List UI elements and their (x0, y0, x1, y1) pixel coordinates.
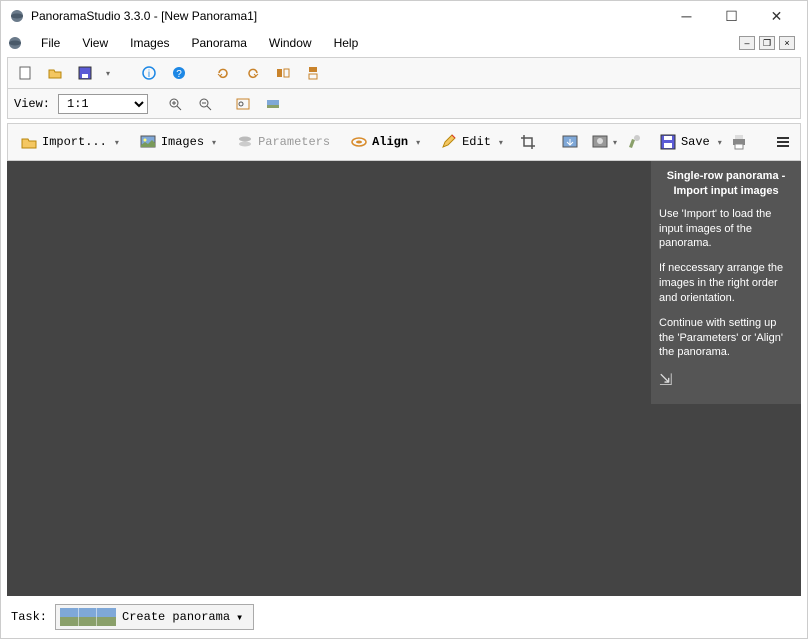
hint-text-1: Use 'Import' to load the input images of… (659, 207, 793, 252)
app-icon (9, 8, 25, 24)
preview-button[interactable] (262, 93, 284, 115)
new-button[interactable] (14, 62, 36, 84)
panorama-thumb-icon (60, 608, 116, 626)
save-project-dropdown[interactable]: ▾ (718, 138, 722, 147)
menubar: File View Images Panorama Window Help – … (1, 31, 807, 55)
task-create-panorama-button[interactable]: Create panorama ▾ (55, 604, 254, 630)
edit-label: Edit (462, 135, 491, 149)
task-dropdown-caret: ▾ (236, 610, 243, 625)
print-button[interactable] (728, 131, 750, 153)
parameters-label: Parameters (258, 135, 330, 149)
canvas-area[interactable]: Single-row panorama - Import input image… (7, 161, 801, 596)
main-toolbar: Import... ▾ Images ▾ Parameters Align ▾ … (7, 123, 801, 161)
svg-text:?: ? (176, 69, 182, 80)
save-dropdown[interactable]: ▾ (106, 69, 110, 78)
crop-button[interactable] (517, 131, 539, 153)
taskbar: Task: Create panorama ▾ (1, 596, 807, 638)
rotate-cw-button[interactable] (242, 62, 264, 84)
view-toolbar: View: 1:1 (7, 89, 801, 119)
export-dropdown[interactable]: ▾ (613, 138, 617, 147)
flip-v-button[interactable] (302, 62, 324, 84)
task-button-label: Create panorama (122, 610, 230, 624)
save-label: Save (681, 135, 710, 149)
hint-text-3: Continue with setting up the 'Parameters… (659, 316, 793, 361)
hint-text-2: If neccessary arrange the images in the … (659, 261, 793, 306)
save-project-button[interactable]: Save (653, 130, 716, 154)
fit-button[interactable] (232, 93, 254, 115)
close-button[interactable]: ✕ (754, 2, 799, 30)
export-image-button[interactable] (559, 131, 581, 153)
menu-view[interactable]: View (72, 33, 118, 53)
align-dropdown[interactable]: ▾ (416, 138, 420, 147)
images-label: Images (161, 135, 204, 149)
hint-panel: Single-row panorama - Import input image… (651, 161, 801, 404)
mdi-minimize-button[interactable]: – (739, 36, 755, 50)
align-label: Align (372, 135, 408, 149)
import-label: Import... (42, 135, 107, 149)
zoom-out-button[interactable] (194, 93, 216, 115)
align-button[interactable]: Align (344, 130, 414, 154)
menu-help[interactable]: Help (324, 33, 369, 53)
titlebar: PanoramaStudio 3.3.0 - [New Panorama1] ─… (1, 1, 807, 31)
menu-file[interactable]: File (31, 33, 70, 53)
import-button[interactable]: Import... (14, 130, 113, 154)
svg-text:i: i (148, 69, 150, 80)
edit-dropdown[interactable]: ▾ (499, 138, 503, 147)
hint-collapse-icon[interactable]: ⇲ (659, 370, 793, 392)
menu-images[interactable]: Images (120, 33, 179, 53)
import-dropdown[interactable]: ▾ (115, 138, 119, 147)
images-dropdown[interactable]: ▾ (212, 138, 216, 147)
retouch-button[interactable] (623, 131, 645, 153)
view-label: View: (14, 97, 50, 111)
minimize-button[interactable]: ─ (664, 2, 709, 30)
doc-icon (7, 35, 23, 51)
menu-window[interactable]: Window (259, 33, 322, 53)
flip-h-button[interactable] (272, 62, 294, 84)
menu-hamburger-button[interactable] (772, 131, 794, 153)
rotate-ccw-button[interactable] (212, 62, 234, 84)
export-interactive-button[interactable] (589, 131, 611, 153)
zoom-in-button[interactable] (164, 93, 186, 115)
open-button[interactable] (44, 62, 66, 84)
info-button[interactable]: i (138, 62, 160, 84)
window-title: PanoramaStudio 3.3.0 - [New Panorama1] (31, 9, 664, 23)
images-button[interactable]: Images (133, 130, 210, 154)
help-button[interactable]: ? (168, 62, 190, 84)
menu-panorama[interactable]: Panorama (182, 33, 257, 53)
edit-button[interactable]: Edit (434, 130, 497, 154)
mdi-close-button[interactable]: × (779, 36, 795, 50)
save-button[interactable] (74, 62, 96, 84)
hint-title: Single-row panorama - Import input image… (659, 169, 793, 199)
standard-toolbar: ▾ i ? (7, 57, 801, 89)
maximize-button[interactable]: ☐ (709, 2, 754, 30)
zoom-select[interactable]: 1:1 (58, 94, 148, 114)
task-label: Task: (11, 610, 47, 624)
mdi-restore-button[interactable]: ❐ (759, 36, 775, 50)
parameters-button[interactable]: Parameters (230, 130, 336, 154)
